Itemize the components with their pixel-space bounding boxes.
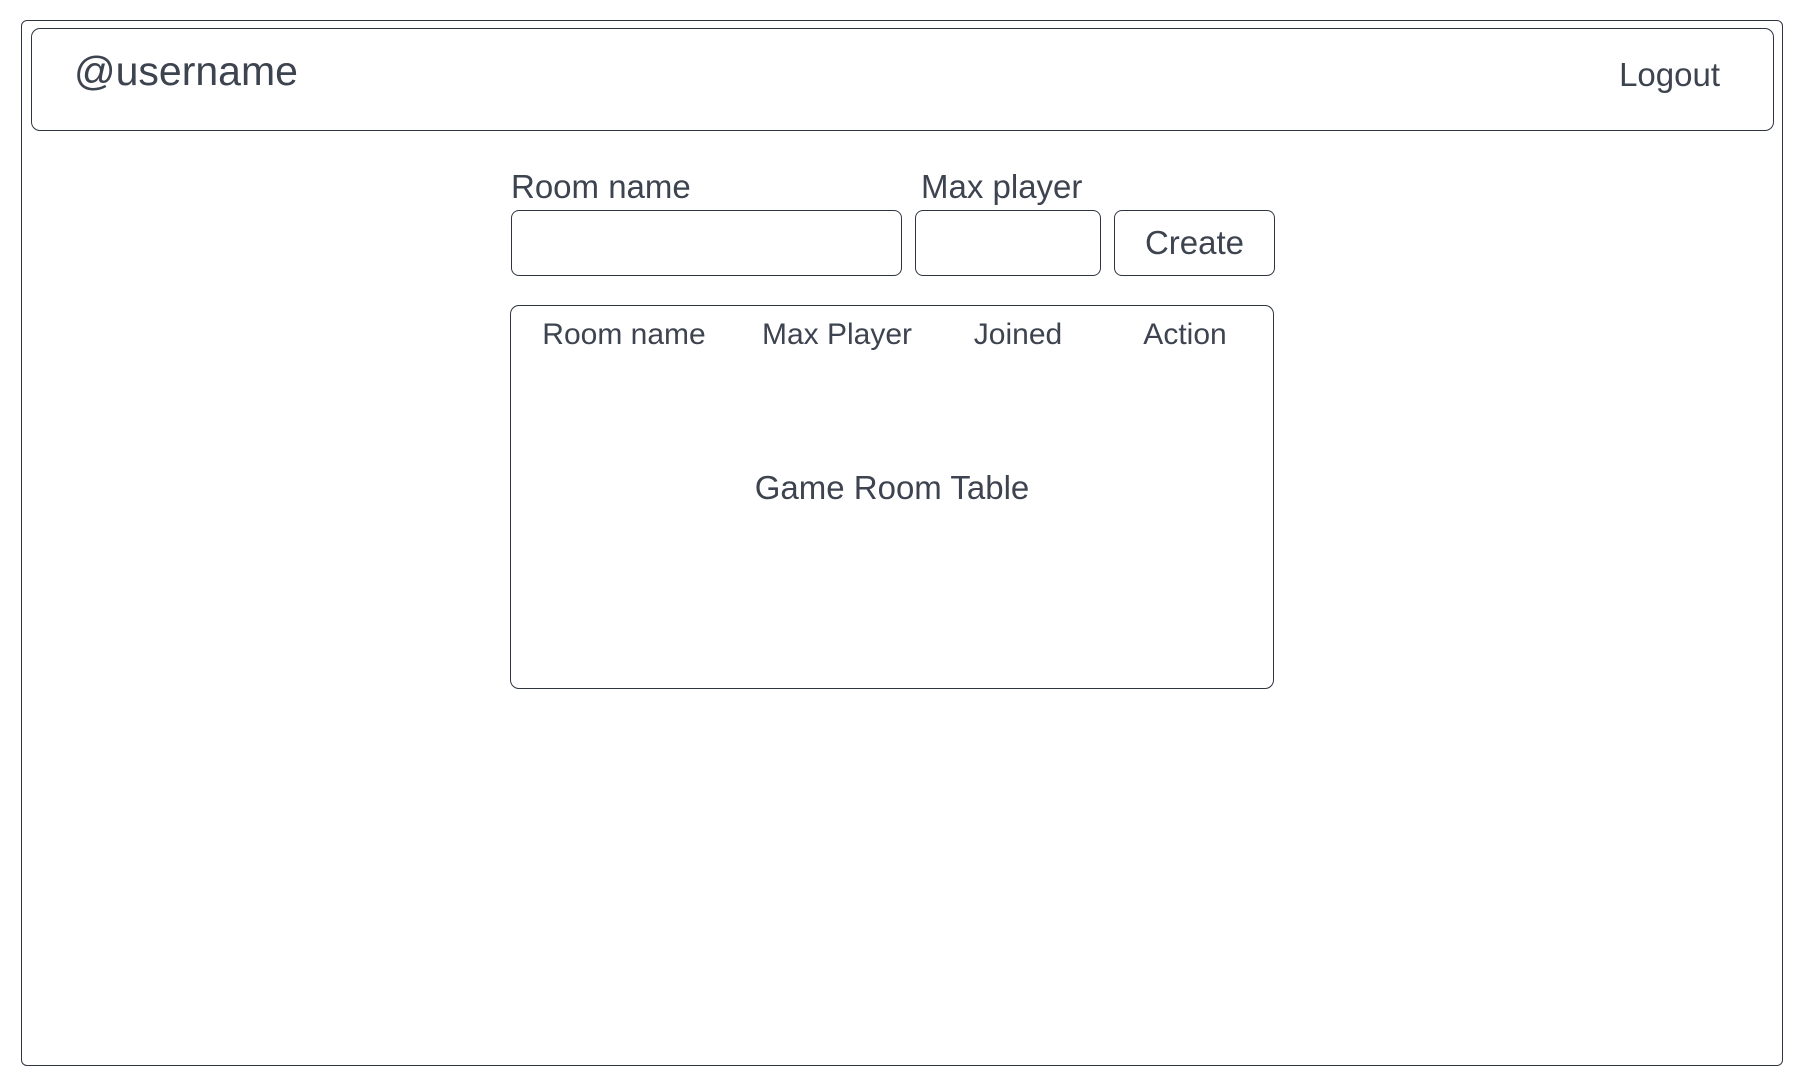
room-name-label: Room name — [511, 168, 691, 205]
room-name-input[interactable] — [511, 210, 902, 276]
column-header-joined: Joined — [973, 318, 1063, 351]
max-player-label: Max player — [921, 168, 1083, 205]
column-header-max-player: Max Player — [761, 318, 913, 351]
column-header-room-name: Room name — [542, 318, 706, 351]
create-button[interactable]: Create — [1114, 210, 1275, 276]
logout-link[interactable]: Logout — [1619, 58, 1720, 91]
game-room-table: Room name Max Player Joined Action Game … — [510, 305, 1274, 689]
username-label: @username — [74, 48, 298, 94]
column-header-action: Action — [1143, 318, 1227, 351]
top-bar: @username Logout — [31, 28, 1774, 131]
table-placeholder: Game Room Table — [754, 469, 1030, 506]
max-player-input[interactable] — [915, 210, 1101, 276]
